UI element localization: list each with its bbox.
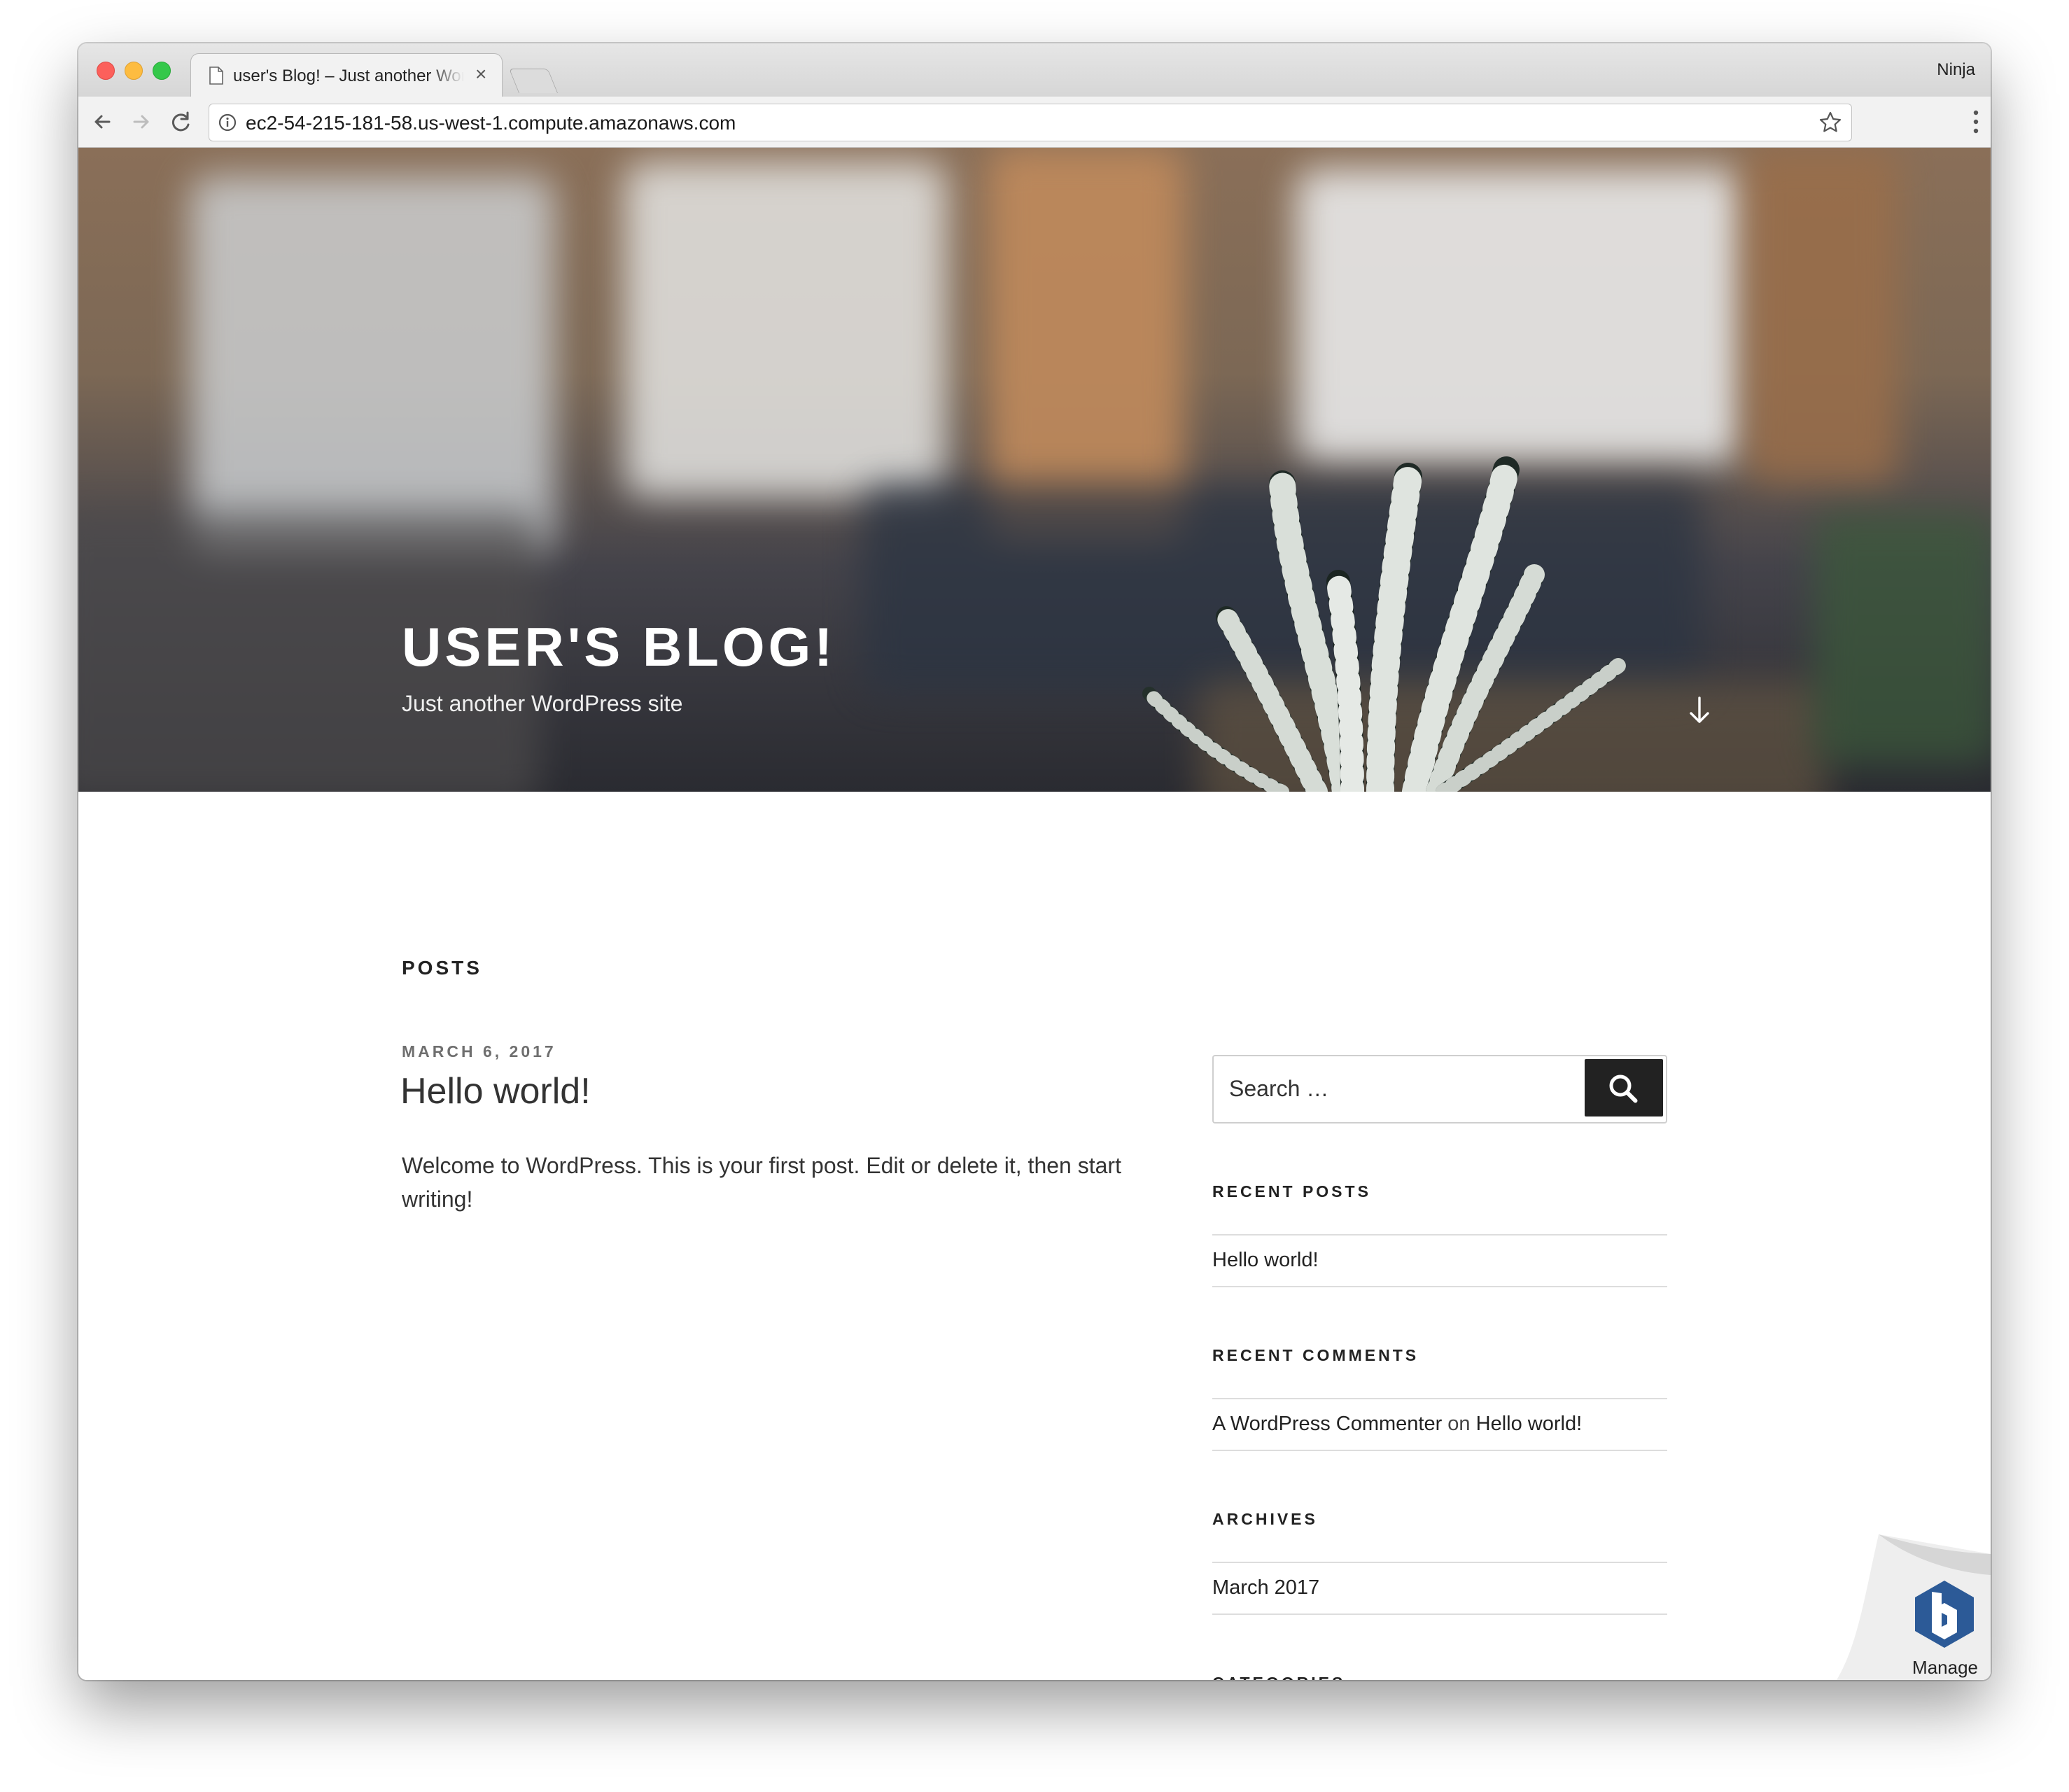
post-excerpt: Welcome to WordPress. This is your first…	[402, 1153, 1121, 1212]
url-text[interactable]: ec2-54-215-181-58.us-west-1.compute.amaz…	[246, 112, 736, 134]
bitnami-hexagon-icon	[1915, 1581, 1974, 1648]
search-form	[1212, 1055, 1667, 1124]
site-tagline: Just another WordPress site	[402, 691, 683, 716]
comment-connector: on	[1447, 1413, 1471, 1435]
recent-comment-item: A WordPress Commenter on Hello world!	[1212, 1399, 1667, 1450]
down-arrow-icon[interactable]	[1685, 694, 1713, 727]
manage-label[interactable]: Manage	[1912, 1657, 1978, 1679]
tab-title: user's Blog! – Just another WordPress si…	[233, 66, 464, 85]
search-icon	[1609, 1074, 1638, 1103]
browser-window: user's Blog! – Just another WordPress si…	[78, 43, 1991, 1680]
post-title[interactable]: Hello world!	[400, 1070, 591, 1112]
back-arrow-icon[interactable]	[88, 108, 116, 136]
info-icon[interactable]	[218, 113, 237, 132]
recent-posts-title: RECENT POSTS	[1212, 1182, 1371, 1200]
plant-illustration	[1142, 456, 1626, 792]
reload-icon[interactable]	[167, 108, 195, 136]
web-page: USER'S BLOG! Just another WordPress site…	[78, 148, 1991, 1680]
archive-link[interactable]: March 2017	[1212, 1563, 1667, 1614]
tab-close-icon[interactable]: ×	[475, 64, 486, 85]
forward-arrow-icon[interactable]	[127, 108, 155, 136]
tab-strip: user's Blog! – Just another WordPress si…	[78, 43, 1991, 97]
search-button[interactable]	[1585, 1059, 1663, 1116]
archives-title: ARCHIVES	[1212, 1510, 1318, 1528]
browser-toolbar: ec2-54-215-181-58.us-west-1.compute.amaz…	[78, 97, 1991, 148]
comment-author-link[interactable]: A WordPress Commenter	[1212, 1413, 1442, 1435]
categories-title: CATEGORIES	[1212, 1674, 1345, 1680]
new-tab-button[interactable]	[508, 69, 559, 93]
browser-tab[interactable]: user's Blog! – Just another WordPress si…	[190, 53, 503, 97]
minimize-window-button[interactable]	[125, 62, 143, 80]
document-icon	[209, 66, 223, 85]
zoom-window-button[interactable]	[153, 62, 171, 80]
recent-comments-list: A WordPress Commenter on Hello world!	[1212, 1398, 1667, 1451]
vertical-dots-menu-icon[interactable]	[1972, 109, 1979, 134]
post-date[interactable]: MARCH 6, 2017	[402, 1042, 556, 1061]
archives-list: March 2017	[1212, 1562, 1667, 1615]
profile-name[interactable]: Ninja	[1937, 60, 1975, 80]
recent-posts-list: Hello world!	[1212, 1234, 1667, 1287]
address-bar[interactable]: ec2-54-215-181-58.us-west-1.compute.amaz…	[209, 104, 1852, 141]
comment-post-link[interactable]: Hello world!	[1476, 1413, 1583, 1435]
recent-comments-title: RECENT COMMENTS	[1212, 1346, 1419, 1364]
posts-section-title: POSTS	[402, 957, 482, 979]
site-title[interactable]: USER'S BLOG!	[402, 615, 836, 679]
close-window-button[interactable]	[97, 62, 115, 80]
header-image: USER'S BLOG! Just another WordPress site	[78, 148, 1991, 792]
search-input[interactable]	[1215, 1058, 1587, 1119]
recent-post-link[interactable]: Hello world!	[1212, 1236, 1667, 1286]
star-icon[interactable]	[1818, 110, 1843, 135]
manage-badge[interactable]: Manage	[1837, 1533, 1991, 1680]
